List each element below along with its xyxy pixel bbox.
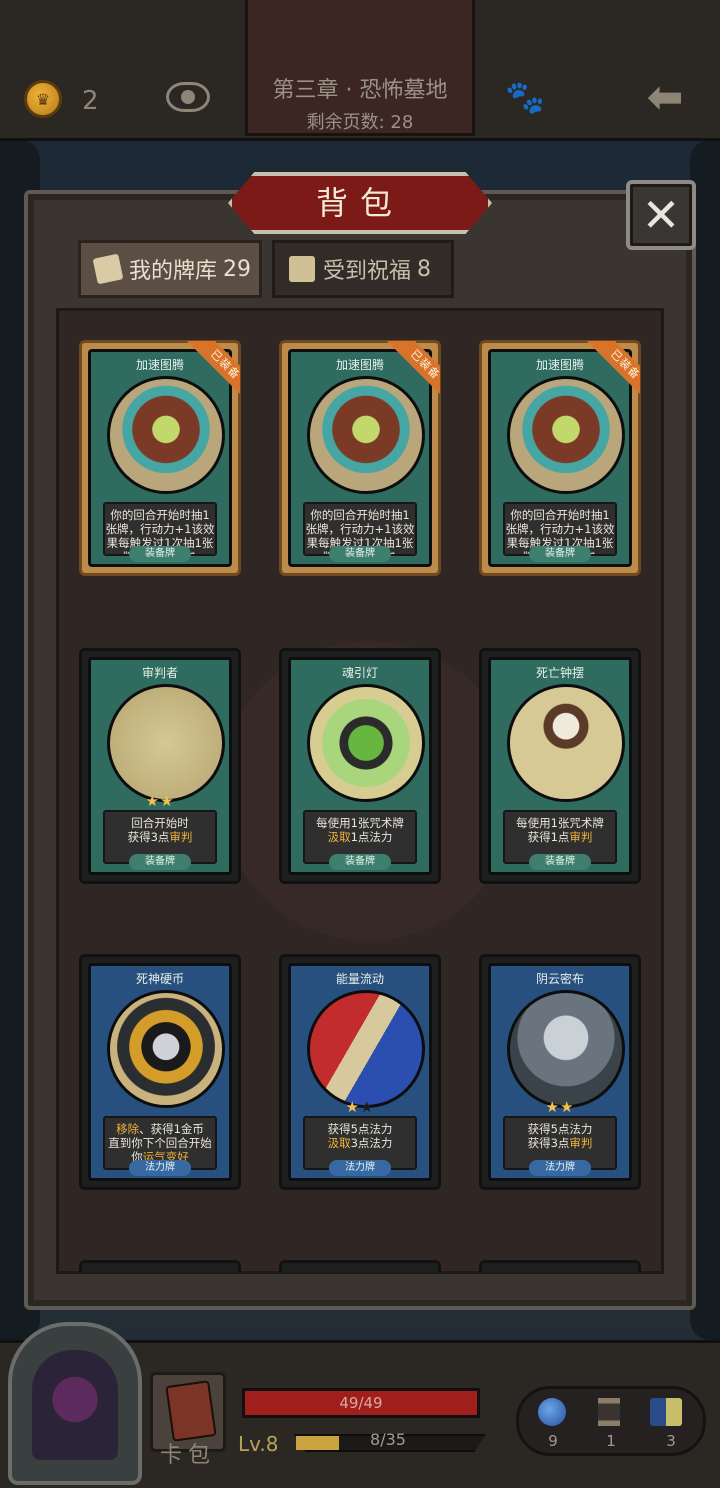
energy-swirl-art-icon bbox=[307, 990, 425, 1108]
lantern-art-icon bbox=[307, 684, 425, 802]
level-label: Lv.8 bbox=[238, 1432, 279, 1456]
card-bag-label: 卡包 bbox=[159, 1443, 216, 1468]
card-stars: ★★ bbox=[345, 1098, 375, 1116]
tab-label: 我的牌库 bbox=[129, 259, 218, 284]
card-partial[interactable] bbox=[279, 1260, 441, 1272]
equipped-badge: 已装备 bbox=[186, 341, 240, 395]
card-speed-totem[interactable]: 加速图腾 你的回合开始时抽1张牌，行动力+1该效果每触发过1次抽1张牌，行动力+… bbox=[79, 340, 241, 576]
card-name: 死亡钟摆 bbox=[535, 666, 584, 680]
skull-coin-art-icon bbox=[107, 990, 225, 1108]
card-overcast[interactable]: 阴云密布 ★★ 获得5点法力 获得3点审判 法力牌 bbox=[479, 954, 641, 1190]
card-name: 魂引灯 bbox=[341, 666, 378, 680]
card-partial[interactable] bbox=[479, 1260, 641, 1272]
hourglass-count: 1 bbox=[606, 1432, 616, 1450]
card-type: 法力牌 bbox=[129, 1160, 191, 1176]
hourglass-icon[interactable] bbox=[598, 1398, 620, 1426]
scythe-art-icon bbox=[107, 684, 225, 802]
crown-coin-icon: ♛ bbox=[24, 80, 62, 118]
card-stars: ★★ bbox=[145, 792, 175, 810]
card-soul-lantern[interactable]: 魂引灯 每使用1张咒术牌 汲取1点法力 装备牌 bbox=[279, 648, 441, 884]
card-reaper-coin[interactable]: 死神硬币 移除、获得1金币 直到你下个回合开始 你运气变好 法力牌 bbox=[79, 954, 241, 1190]
coin-count: 2 bbox=[82, 86, 99, 116]
xp-fill bbox=[296, 1436, 339, 1450]
cards-icon[interactable] bbox=[650, 1398, 682, 1426]
potion-count: 9 bbox=[548, 1432, 558, 1450]
hero-portrait[interactable] bbox=[8, 1322, 142, 1485]
card-name: 阴云密布 bbox=[535, 972, 584, 986]
card-partial[interactable] bbox=[79, 1260, 241, 1272]
card-type: 装备牌 bbox=[529, 854, 591, 870]
pendulum-clock-art-icon bbox=[507, 684, 625, 802]
tab-count: 8 bbox=[417, 256, 432, 282]
card-name: 审判者 bbox=[141, 666, 178, 680]
storm-cloud-art-icon bbox=[507, 990, 625, 1108]
close-button[interactable]: ✕ bbox=[626, 180, 696, 250]
tab-my-deck[interactable]: 我的牌库 29 bbox=[78, 240, 262, 298]
tab-count: 29 bbox=[223, 256, 252, 282]
card-energy-flow[interactable]: 能量流动 ★★ 获得5点法力 汲取3点法力 法力牌 bbox=[279, 954, 441, 1190]
tab-label: 受到祝福 bbox=[323, 259, 412, 284]
card-name: 能量流动 bbox=[335, 972, 384, 986]
hp-text: 49/49 bbox=[339, 1394, 383, 1412]
panel-title: 背包 bbox=[315, 184, 404, 222]
card-name: 死神硬币 bbox=[135, 972, 184, 986]
close-icon: ✕ bbox=[641, 188, 681, 242]
hero-avatar bbox=[32, 1350, 118, 1460]
card-frame: 能量流动 ★★ 获得5点法力 汲取3点法力 法力牌 bbox=[288, 963, 432, 1181]
card-type: 法力牌 bbox=[529, 1160, 591, 1176]
card-type: 装备牌 bbox=[129, 854, 191, 870]
card-judge[interactable]: 审判者 ★★ 回合开始时 获得3点审判 装备牌 bbox=[79, 648, 241, 884]
xp-text: 8/35 bbox=[370, 1430, 406, 1449]
card-frame: 死神硬币 移除、获得1金币 直到你下个回合开始 你运气变好 法力牌 bbox=[88, 963, 232, 1181]
card-type: 法力牌 bbox=[329, 1160, 391, 1176]
pet-icon[interactable]: 🐾 bbox=[503, 80, 547, 114]
card-frame: 审判者 ★★ 回合开始时 获得3点审判 装备牌 bbox=[88, 657, 232, 875]
back-arrow-icon[interactable]: ⬅ bbox=[640, 76, 690, 120]
card-speed-totem[interactable]: 加速图腾 你的回合开始时抽1张牌，行动力+1该效果每触发过1次抽1张牌，行动力+… bbox=[479, 340, 641, 576]
pages-left: 剩余页数: 28 bbox=[306, 112, 414, 133]
equipped-badge: 已装备 bbox=[386, 341, 440, 395]
card-bag-icon bbox=[165, 1380, 217, 1442]
equipped-badge: 已装备 bbox=[586, 341, 640, 395]
card-frame: 死亡钟摆 每使用1张咒术牌 获得1点审判 装备牌 bbox=[488, 657, 632, 875]
gift-icon bbox=[289, 256, 315, 282]
card-frame: 阴云密布 ★★ 获得5点法力 获得3点审判 法力牌 bbox=[488, 963, 632, 1181]
card-count: 3 bbox=[666, 1432, 676, 1450]
cards-icon bbox=[92, 253, 124, 285]
chapter-title: 第三章 · 恐怖墓地 bbox=[272, 78, 448, 103]
card-death-pendulum[interactable]: 死亡钟摆 每使用1张咒术牌 获得1点审判 装备牌 bbox=[479, 648, 641, 884]
card-stars: ★★ bbox=[545, 1098, 575, 1116]
card-type: 装备牌 bbox=[329, 854, 391, 870]
card-type: 装备牌 bbox=[529, 546, 591, 562]
tab-blessings[interactable]: 受到祝福 8 bbox=[272, 240, 454, 298]
card-type: 装备牌 bbox=[129, 546, 191, 562]
potion-icon[interactable] bbox=[538, 1398, 566, 1426]
card-type: 装备牌 bbox=[329, 546, 391, 562]
card-frame: 魂引灯 每使用1张咒术牌 汲取1点法力 装备牌 bbox=[288, 657, 432, 875]
card-speed-totem[interactable]: 加速图腾 你的回合开始时抽1张牌，行动力+1该效果每触发过1次抽1张牌，行动力+… bbox=[279, 340, 441, 576]
eye-icon[interactable] bbox=[166, 82, 210, 112]
